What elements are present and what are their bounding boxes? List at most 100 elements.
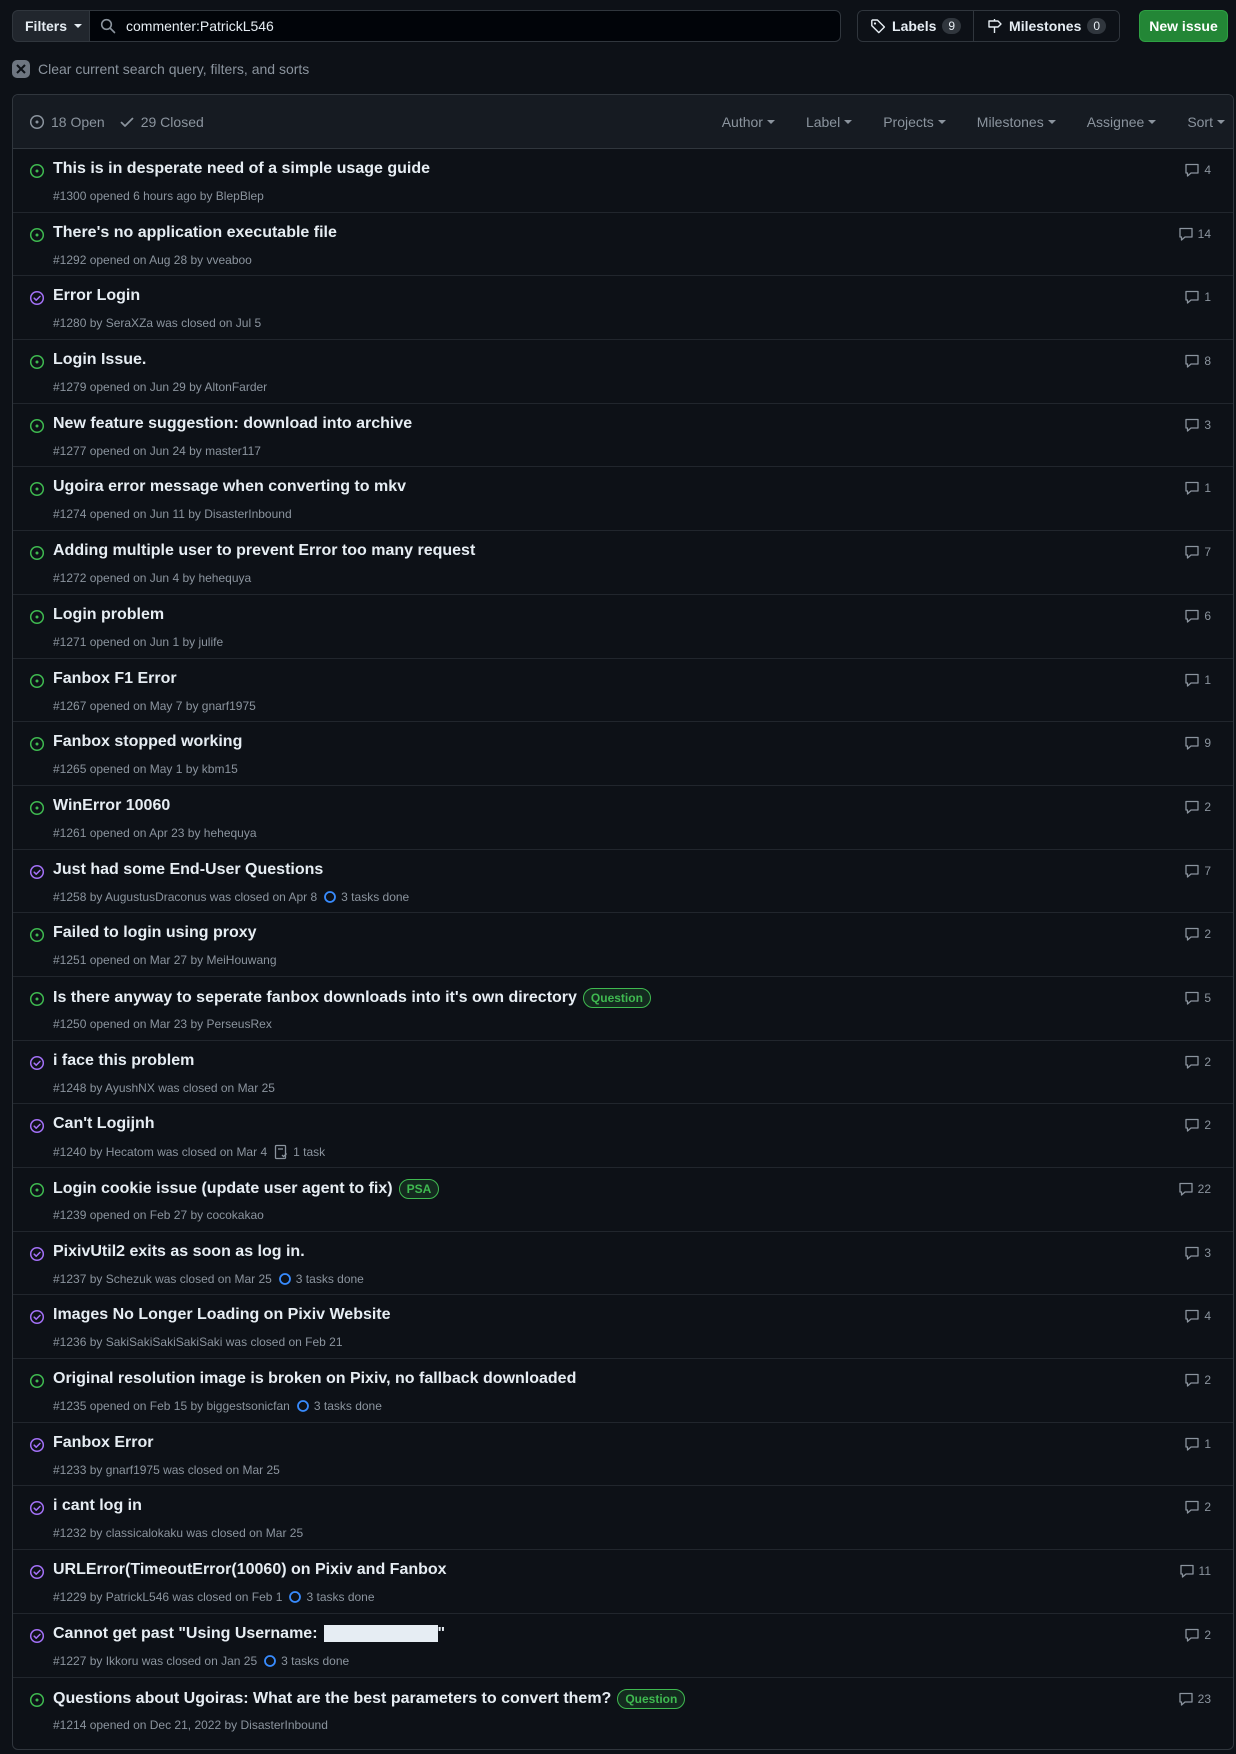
issue-meta-text: #1236 by SakiSakiSakiSakiSaki was closed… [53,1335,343,1350]
issue-closed-icon [29,1437,45,1453]
issue-closed-icon [29,864,45,880]
comments-link[interactable]: 7 [1184,544,1211,560]
comments-link[interactable]: 2 [1184,1054,1211,1070]
issue-title-link[interactable]: This is in desperate need of a simple us… [53,160,430,178]
comments-link[interactable]: 2 [1184,1372,1211,1388]
redacted-text [323,1625,438,1643]
issue-label-question[interactable]: Question [582,987,651,1008]
comments-link[interactable]: 3 [1184,1245,1211,1261]
closed-count: 29 Closed [140,113,204,130]
task-progress-text: 3 tasks done [341,889,410,904]
comments-link[interactable]: 1 [1184,672,1211,688]
comments-link[interactable]: 11 [1179,1563,1211,1579]
issue-title-link[interactable]: Cannot get past "Using Username: [53,1625,318,1643]
issue-title-link[interactable]: PixivUtil2 exits as soon as log in. [53,1243,305,1261]
comments-link[interactable]: 9 [1184,735,1211,751]
issue-meta: #1271 opened on Jun 1 by julife [53,635,223,649]
issue-title-link[interactable]: Fanbox F1 Error [53,670,177,688]
labels-button[interactable]: Labels 9 [858,11,975,41]
filter-menu-sort[interactable]: Sort [1187,114,1225,130]
comments-link[interactable]: 7 [1184,863,1211,879]
issue-title-link[interactable]: WinError 10060 [53,797,170,815]
issue-title-link[interactable]: Ugoira error message when converting to … [53,478,406,496]
issue-row: Cannot get past "Using Username: " #1227 b… [13,1614,1233,1678]
comments-link[interactable]: 4 [1184,162,1211,178]
issue-title-link[interactable]: Failed to login using proxy [53,924,257,942]
filter-menu-author[interactable]: Author [722,114,775,130]
issue-title-link[interactable]: Original resolution image is broken on P… [53,1370,576,1388]
filter-menu-assignee[interactable]: Assignee [1087,114,1157,130]
comments-link[interactable]: 2 [1184,1117,1211,1133]
comment-icon [1179,1563,1195,1579]
comments-link[interactable]: 2 [1184,799,1211,815]
issue-open-icon [29,163,45,179]
filter-menu-milestones[interactable]: Milestones [977,114,1056,130]
filter-menu-label: Milestones [976,114,1044,130]
comment-count: 2 [1204,927,1211,942]
comments-link[interactable]: 2 [1184,926,1211,942]
issue-title-link[interactable]: i cant log in [53,1497,142,1515]
issue-row: Just had some End-User Questions #1258 by… [13,850,1233,914]
comment-count: 2 [1204,1627,1211,1642]
chevron-down-icon [1217,120,1225,124]
comments-link[interactable]: 2 [1184,1499,1211,1515]
issue-title-link[interactable]: Is there anyway to seperate fanbox downl… [53,989,577,1007]
comments-link[interactable]: 14 [1178,226,1211,242]
issue-open-icon [29,418,45,434]
issue-title-link[interactable]: Login Issue. [53,351,146,369]
issue-title-link[interactable]: Login problem [53,606,164,624]
filter-menu-projects[interactable]: Projects [883,114,946,130]
comment-count: 2 [1204,799,1211,814]
filters-button[interactable]: Filters [12,10,90,42]
comments-link[interactable]: 1 [1184,1436,1211,1452]
issue-title-link[interactable]: i face this problem [53,1052,194,1070]
issue-meta: #1258 by AugustusDraconus was closed on … [53,890,409,904]
issue-meta: #1277 opened on Jun 24 by master117 [53,444,261,458]
search-input[interactable] [126,18,806,34]
comments-link[interactable]: 5 [1184,990,1211,1006]
issue-title-link[interactable]: Just had some End-User Questions [53,861,323,879]
filter-menu-label[interactable]: Label [806,114,853,130]
task-progress: 3 tasks done [296,1399,382,1413]
issue-title-link[interactable]: Error Login [53,287,140,305]
issue-title-link[interactable]: Can't Logijnh [53,1115,155,1133]
clear-filters-link[interactable]: Clear current search query, filters, and… [12,60,309,78]
issue-row: This is in desperate need of a simple us… [13,149,1233,213]
milestones-button[interactable]: Milestones 0 [974,11,1119,41]
new-issue-button[interactable]: New issue [1139,10,1228,42]
issue-title-wrap: Can't Logijnh [53,1115,155,1133]
issue-meta-text: #1229 by PatrickL546 was closed on Feb 1 [53,1590,283,1605]
comments-link[interactable]: 1 [1184,289,1211,305]
comment-icon [1184,162,1200,178]
issue-title-link[interactable]: URLError(TimeoutError(10060) on Pixiv an… [53,1561,447,1579]
closed-issues-tab[interactable]: 29 Closed [119,114,204,130]
issue-title-link[interactable]: Fanbox Error [53,1434,153,1452]
comments-link[interactable]: 2 [1184,1627,1211,1643]
comments-link[interactable]: 3 [1184,417,1211,433]
issue-title-link[interactable]: Adding multiple user to prevent Error to… [53,542,475,560]
comment-icon [1184,1499,1200,1515]
search-field[interactable] [90,10,841,42]
issue-title-wrap: Is there anyway to seperate fanbox downl… [53,987,651,1008]
issue-label-question[interactable]: Question [617,1688,686,1709]
open-issues-tab[interactable]: 18 Open [29,114,105,130]
comments-link[interactable]: 23 [1178,1691,1211,1707]
issue-title-link[interactable]: New feature suggestion: download into ar… [53,415,412,433]
issue-meta-text: #1250 opened on Mar 23 by PerseusRex [53,1016,272,1031]
comments-link[interactable]: 4 [1184,1308,1211,1324]
issue-title-link[interactable]: Images No Longer Loading on Pixiv Websit… [53,1306,391,1324]
issue-title-link[interactable]: Fanbox stopped working [53,733,242,751]
issue-meta: #1274 opened on Jun 11 by DisasterInboun… [53,507,292,521]
issue-title-link[interactable]: Questions about Ugoiras: What are the be… [53,1690,611,1708]
comment-icon [1184,353,1200,369]
issue-title-link[interactable]: Login cookie issue (update user agent to… [53,1180,393,1198]
issue-row: Fanbox F1 Error #1267 opened on May 7 by … [13,659,1233,723]
comments-link[interactable]: 1 [1184,480,1211,496]
comment-icon [1184,1117,1200,1133]
issue-label-psa[interactable]: PSA [398,1179,440,1199]
issue-meta-text: #1258 by AugustusDraconus was closed on … [53,889,318,904]
comments-link[interactable]: 22 [1178,1181,1211,1197]
issue-title-link[interactable]: There's no application executable file [53,224,337,242]
comments-link[interactable]: 6 [1184,608,1211,624]
comments-link[interactable]: 8 [1184,353,1211,369]
